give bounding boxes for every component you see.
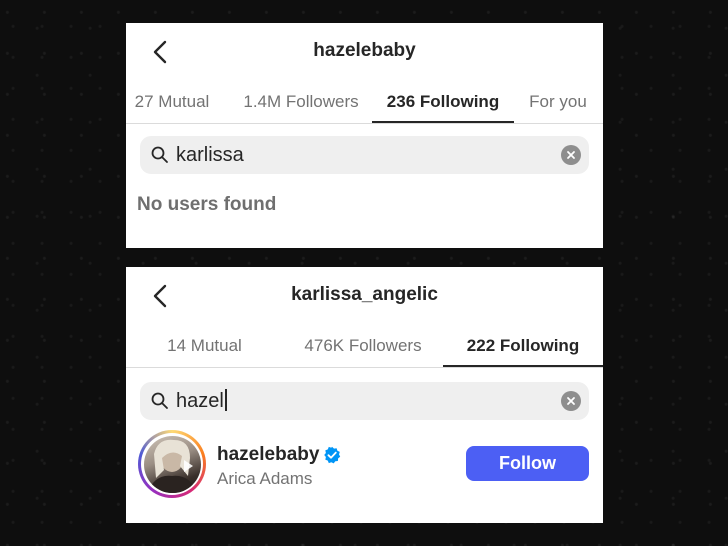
follow-button[interactable]: Follow [466, 446, 589, 481]
clear-icon[interactable] [561, 391, 581, 411]
result-username[interactable]: hazelebaby [217, 444, 341, 466]
tab-bar: 27 Mutual 1.4M Followers 236 Following F… [126, 81, 603, 124]
verified-badge-icon [324, 446, 341, 464]
search-text: hazel [176, 390, 224, 412]
following-screen-karlissa: karlissa_angelic 14 Mutual 476K Follower… [126, 267, 603, 523]
tab-following[interactable]: 222 Following [443, 325, 603, 367]
text-caret [224, 389, 227, 411]
header: hazelebaby [126, 23, 603, 81]
user-result-row[interactable]: hazelebaby Arica Adams Follow [138, 430, 589, 500]
search-input[interactable]: hazel [140, 382, 589, 420]
search-icon [151, 392, 168, 409]
following-screen-hazelebaby: hazelebaby 27 Mutual 1.4M Followers 236 … [126, 23, 603, 248]
username-text: hazelebaby [217, 444, 320, 465]
profile-title: karlissa_angelic [291, 284, 438, 305]
search-value[interactable]: hazel [176, 389, 561, 413]
profile-title: hazelebaby [313, 40, 416, 61]
tab-mutual[interactable]: 14 Mutual [126, 325, 283, 366]
header: karlissa_angelic [126, 267, 603, 325]
clear-icon[interactable] [561, 145, 581, 165]
tab-mutual[interactable]: 27 Mutual [126, 81, 218, 122]
no-results-message: No users found [137, 194, 277, 215]
search-value[interactable]: karlissa [176, 144, 561, 167]
tab-for-you[interactable]: For you [521, 81, 595, 122]
search-input[interactable]: karlissa [140, 136, 589, 174]
tab-bar: 14 Mutual 476K Followers 222 Following [126, 325, 603, 368]
tab-followers[interactable]: 1.4M Followers [230, 81, 372, 122]
avatar[interactable] [143, 435, 201, 493]
tab-followers[interactable]: 476K Followers [283, 325, 443, 366]
search-icon [151, 146, 168, 163]
story-ring[interactable] [138, 430, 206, 498]
result-full-name: Arica Adams [217, 469, 313, 488]
tab-following[interactable]: 236 Following [372, 81, 514, 123]
